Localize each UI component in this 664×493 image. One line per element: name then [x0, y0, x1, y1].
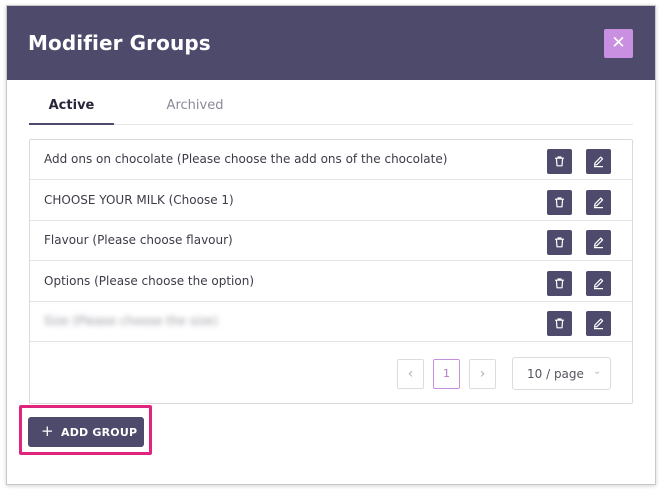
edit-group-button[interactable]: [586, 270, 611, 296]
tab-active[interactable]: Active: [29, 86, 114, 125]
group-name: Flavour (Please choose flavour): [44, 233, 233, 247]
tab-archived[interactable]: Archived: [150, 86, 240, 125]
group-row: Size (Please choose the size): [30, 302, 632, 342]
add-group-button[interactable]: + ADD GROUP: [28, 417, 144, 447]
edit-group-button[interactable]: [586, 189, 611, 215]
delete-group-button[interactable]: [547, 270, 572, 296]
page-size-select[interactable]: 10 / page ⌄: [512, 357, 611, 390]
modal-header: Modifier Groups ✕: [7, 6, 655, 80]
delete-group-button[interactable]: [547, 189, 572, 215]
next-page-button[interactable]: ›: [469, 359, 496, 389]
tab-bar: Active Archived: [29, 86, 633, 125]
group-row: Options (Please choose the option): [30, 262, 632, 302]
edit-group-button[interactable]: [586, 149, 611, 174]
page-number-button[interactable]: 1: [433, 359, 460, 389]
group-list: Add ons on chocolate (Please choose the …: [29, 139, 633, 404]
edit-group-button[interactable]: [586, 311, 611, 336]
delete-group-button[interactable]: [547, 149, 572, 174]
page-size-value: 10 / page: [527, 367, 584, 381]
group-row: Add ons on chocolate (Please choose the …: [30, 140, 632, 180]
close-button[interactable]: ✕: [604, 29, 633, 58]
chevron-right-icon: ›: [479, 366, 486, 382]
chevron-down-icon: ⌄: [593, 366, 602, 377]
group-name: CHOOSE YOUR MILK (Choose 1): [44, 192, 234, 207]
modal-title: Modifier Groups: [28, 31, 211, 55]
group-row: Flavour (Please choose flavour): [30, 221, 632, 261]
group-name: Options (Please choose the option): [44, 273, 255, 288]
prev-page-button[interactable]: ‹: [397, 359, 424, 389]
group-name: Add ons on chocolate (Please choose the …: [44, 152, 448, 166]
group-name: Size (Please choose the size): [44, 314, 218, 328]
group-row: CHOOSE YOUR MILK (Choose 1): [30, 181, 632, 221]
edit-group-button[interactable]: [586, 230, 611, 255]
chevron-left-icon: ‹: [407, 366, 414, 382]
close-icon: ✕: [611, 33, 626, 53]
plus-icon: +: [41, 422, 54, 440]
add-group-label: ADD GROUP: [61, 426, 138, 439]
delete-group-button[interactable]: [547, 311, 572, 336]
delete-group-button[interactable]: [547, 230, 572, 255]
